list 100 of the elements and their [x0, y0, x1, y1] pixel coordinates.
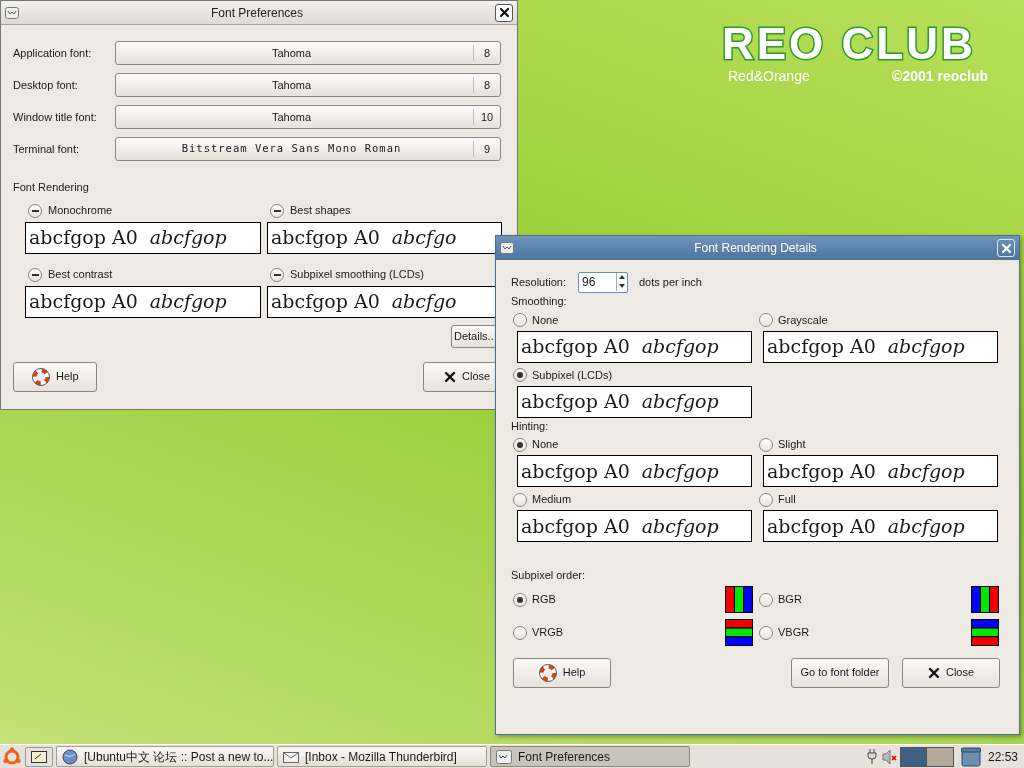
show-desktop-button[interactable]: [25, 746, 53, 767]
radio-label: Grayscale: [778, 312, 828, 328]
lifebuoy-icon: [32, 367, 50, 386]
sample-text: abcfgop A0: [29, 292, 138, 311]
radio-button[interactable]: [28, 203, 42, 218]
font-picker-button[interactable]: Tahoma 8: [115, 41, 501, 65]
sample-text: abcfgop A0: [767, 337, 876, 356]
globe-icon: [62, 748, 78, 765]
unit-label: dots per inch: [639, 274, 702, 290]
radio-button[interactable]: [513, 625, 527, 640]
radio-label: Medium: [532, 492, 572, 508]
italic-sample-text: abcfgo: [391, 228, 457, 247]
field-label: Application font:: [13, 45, 93, 61]
wallpaper-tagline: Red&Orange: [728, 67, 810, 86]
help-button[interactable]: Help: [513, 657, 611, 688]
close-icon: [1000, 242, 1012, 254]
font-picker-button[interactable]: Bitstream Vera Sans Mono Roman 9: [115, 137, 501, 161]
go-to-font-folder-button[interactable]: Go to font folder: [791, 657, 889, 688]
sample-text: abcfgop A0: [767, 461, 876, 481]
window-menu-icon[interactable]: [5, 6, 19, 19]
radio-button[interactable]: [513, 368, 527, 382]
font-picker-button[interactable]: Tahoma 10: [115, 105, 501, 129]
close-icon: [444, 370, 456, 383]
radio-label: BGR: [778, 592, 803, 608]
workspace-switcher[interactable]: [899, 746, 954, 767]
section-heading: Hinting:: [511, 418, 550, 434]
radio-button[interactable]: [513, 313, 527, 327]
up-arrow-icon[interactable]: [617, 273, 627, 282]
taskbar-button[interactable]: Font Preferences: [490, 746, 690, 767]
radio-button[interactable]: [759, 592, 773, 607]
close-icon: [927, 666, 940, 679]
sample-text: abcfgop A0: [521, 461, 630, 481]
italic-sample-text: abcfgop: [641, 516, 719, 536]
subpixel-stripes-icon: [725, 619, 753, 646]
subpixel-stripes-icon: [971, 619, 999, 646]
resolution-spin-field[interactable]: 96: [578, 271, 628, 293]
italic-sample-text: abcfgop: [641, 461, 719, 481]
taskbar-button[interactable]: [Inbox - Mozilla Thunderbird]: [277, 746, 487, 767]
field-label: Terminal font:: [13, 141, 81, 157]
radio-label: Full: [778, 492, 796, 508]
section-heading: Subpixel order:: [511, 568, 586, 583]
radio-label: Monochrome: [48, 203, 113, 219]
radio-button[interactable]: [513, 592, 527, 607]
wallpaper-logo: REO CLUB: [722, 24, 977, 64]
sample-text: abcfgop A0: [29, 228, 138, 247]
radio-button[interactable]: [759, 492, 773, 507]
help-button[interactable]: Help: [13, 361, 97, 392]
muted-speaker-icon[interactable]: [881, 747, 897, 766]
radio-label: Subpixel (LCDs): [532, 367, 613, 383]
radio-label: Best shapes: [290, 203, 351, 219]
italic-sample-text: abcfgop: [887, 516, 965, 536]
radio-label: None: [532, 312, 559, 328]
font-picker-button[interactable]: Tahoma 8: [115, 73, 501, 97]
field-label: Desktop font:: [13, 77, 79, 93]
italic-sample-text: abcfgo: [391, 292, 457, 311]
wallpaper-copyright: ©2001 reoclub: [892, 67, 988, 86]
italic-sample-text: abcfgop: [887, 461, 965, 481]
window-title: Font Preferences: [209, 4, 304, 22]
italic-sample-text: abcfgop: [149, 228, 227, 247]
subpixel-stripes-icon: [725, 586, 753, 613]
clock: 22:53: [986, 748, 1019, 766]
radio-label: VRGB: [532, 625, 565, 641]
close-button[interactable]: [495, 3, 513, 22]
lifebuoy-icon: [538, 663, 557, 682]
close-button[interactable]: Close: [902, 657, 1000, 688]
radio-label: VBGR: [778, 625, 811, 641]
ubuntu-logo-icon[interactable]: [2, 746, 22, 767]
radio-button[interactable]: [513, 437, 527, 452]
radio-button[interactable]: [270, 203, 284, 218]
window-icon: [496, 748, 512, 765]
field-label: Resolution:: [511, 274, 568, 290]
radio-label: Slight: [778, 437, 806, 453]
power-plug-icon[interactable]: [864, 747, 879, 766]
radio-button[interactable]: [759, 625, 773, 640]
field-label: Window title font:: [13, 109, 98, 125]
close-icon: [498, 7, 510, 18]
italic-sample-text: abcfgop: [641, 337, 719, 356]
radio-label: None: [532, 437, 559, 453]
sample-text: abcfgop A0: [521, 337, 630, 356]
radio-label: Subpixel smoothing (LCDs): [290, 267, 424, 283]
radio-button[interactable]: [28, 267, 42, 282]
desktop-icon: [31, 750, 47, 763]
subpixel-stripes-icon: [971, 586, 999, 613]
radio-button[interactable]: [270, 267, 284, 282]
window-menu-icon[interactable]: [500, 242, 514, 254]
italic-sample-text: abcfgop: [149, 292, 227, 311]
radio-button[interactable]: [759, 437, 773, 452]
sample-text: abcfgop A0: [521, 516, 630, 536]
italic-sample-text: abcfgop: [887, 337, 965, 356]
trash-icon[interactable]: [960, 746, 981, 767]
section-heading: Font Rendering: [13, 180, 90, 195]
taskbar-button[interactable]: [Ubuntu中文 论坛 :: Post a new to...: [56, 746, 274, 767]
radio-label: RGB: [532, 592, 557, 608]
radio-button[interactable]: [759, 313, 773, 327]
window-title: Font Rendering Details: [693, 240, 818, 257]
sample-text: abcfgop A0: [521, 392, 630, 411]
radio-button[interactable]: [513, 492, 527, 507]
italic-sample-text: abcfgop: [641, 392, 719, 411]
sample-text: abcfgop A0: [767, 516, 876, 536]
section-heading: Smoothing:: [511, 294, 568, 309]
